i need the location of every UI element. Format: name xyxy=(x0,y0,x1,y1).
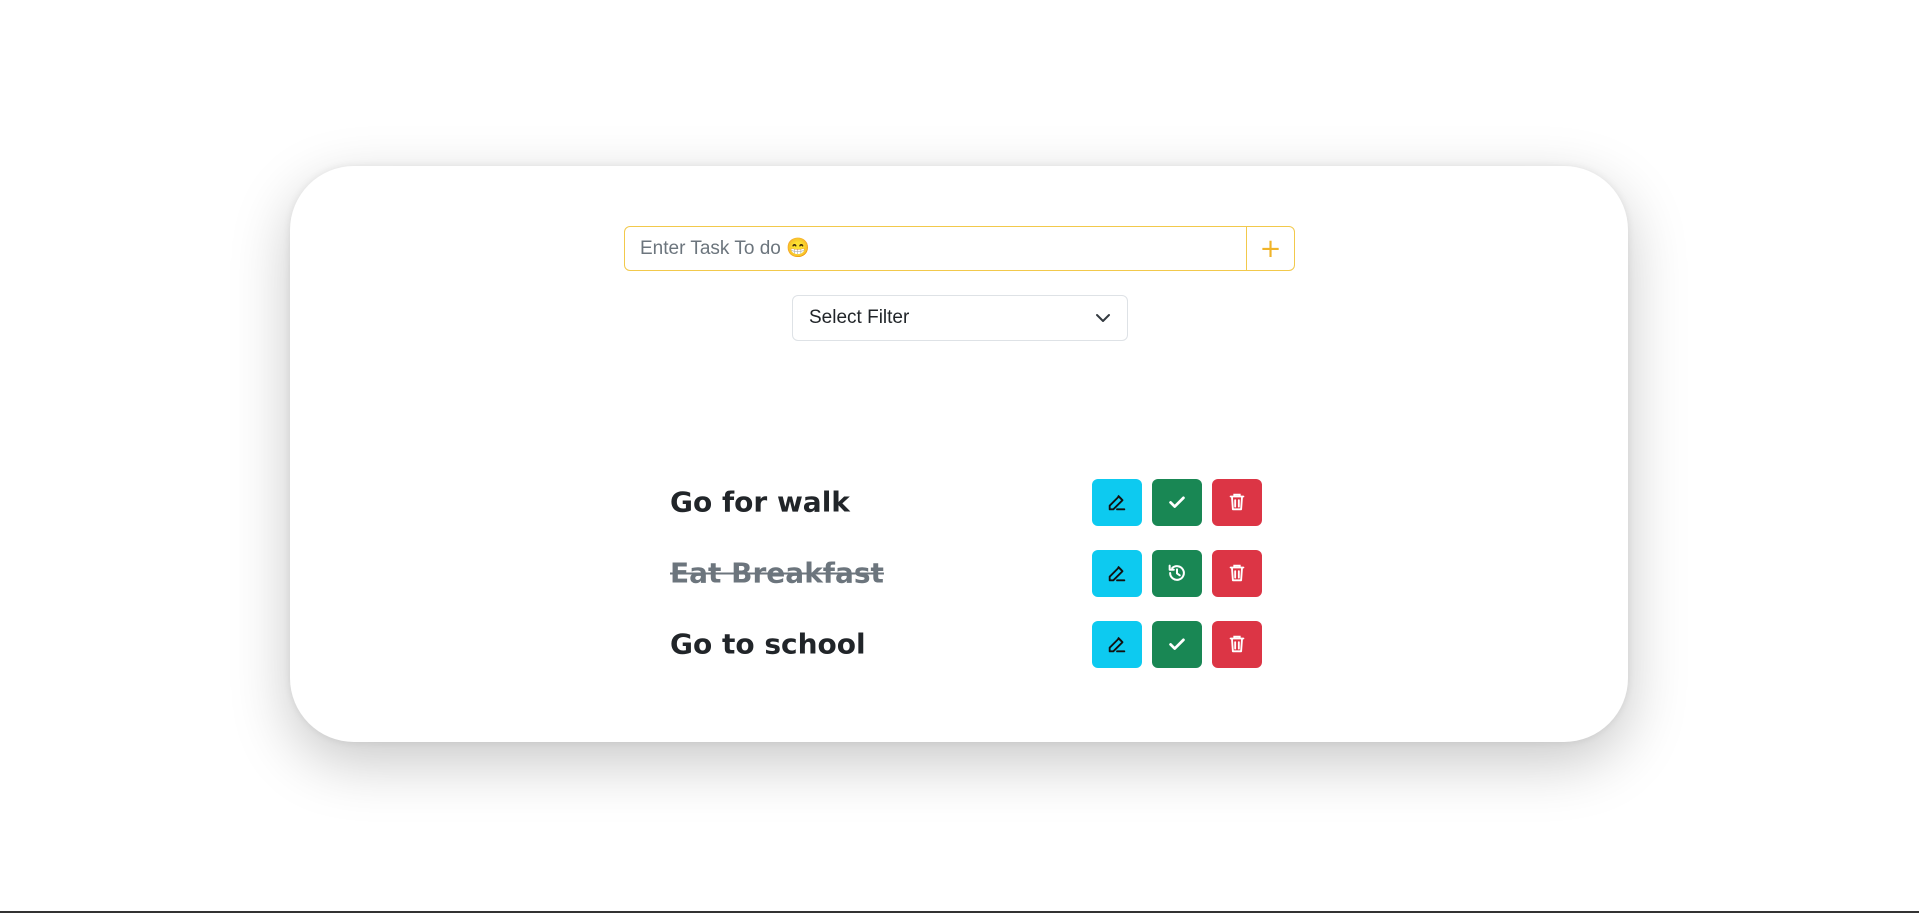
complete-task-button[interactable] xyxy=(1152,478,1202,526)
task-item: Go to school xyxy=(670,619,1270,669)
task-text: Go for walk xyxy=(670,485,850,519)
task-text-completed: Eat Breakfast xyxy=(670,556,884,590)
undo-history-icon xyxy=(1168,564,1185,581)
trash-icon xyxy=(1229,564,1245,582)
edit-icon xyxy=(1108,636,1126,653)
edit-task-button[interactable] xyxy=(1092,620,1142,668)
task-actions xyxy=(1092,619,1262,669)
task-actions xyxy=(1092,548,1262,598)
add-task-button[interactable]: + xyxy=(1246,227,1294,270)
delete-task-button[interactable] xyxy=(1212,549,1262,597)
task-item: Eat Breakfast xyxy=(670,548,1270,598)
edit-task-button[interactable] xyxy=(1092,549,1142,597)
task-text: Go to school xyxy=(670,627,866,661)
check-icon xyxy=(1169,638,1185,650)
filter-selected-value: Select Filter xyxy=(809,307,910,328)
trash-icon xyxy=(1229,635,1245,653)
complete-task-button[interactable] xyxy=(1152,620,1202,668)
task-actions xyxy=(1092,477,1262,527)
trash-icon xyxy=(1229,493,1245,511)
task-item: Go for walk xyxy=(670,477,1270,527)
undo-task-button[interactable] xyxy=(1152,549,1202,597)
task-input-group: + xyxy=(624,226,1295,271)
chevron-down-icon xyxy=(1096,314,1110,322)
filter-select[interactable]: Select Filter xyxy=(792,295,1128,341)
task-input[interactable] xyxy=(625,227,1246,270)
check-icon xyxy=(1169,496,1185,508)
edit-icon xyxy=(1108,494,1126,511)
edit-icon xyxy=(1108,565,1126,582)
delete-task-button[interactable] xyxy=(1212,620,1262,668)
page: + Select Filter Go for walk xyxy=(0,0,1919,913)
edit-task-button[interactable] xyxy=(1092,478,1142,526)
delete-task-button[interactable] xyxy=(1212,478,1262,526)
